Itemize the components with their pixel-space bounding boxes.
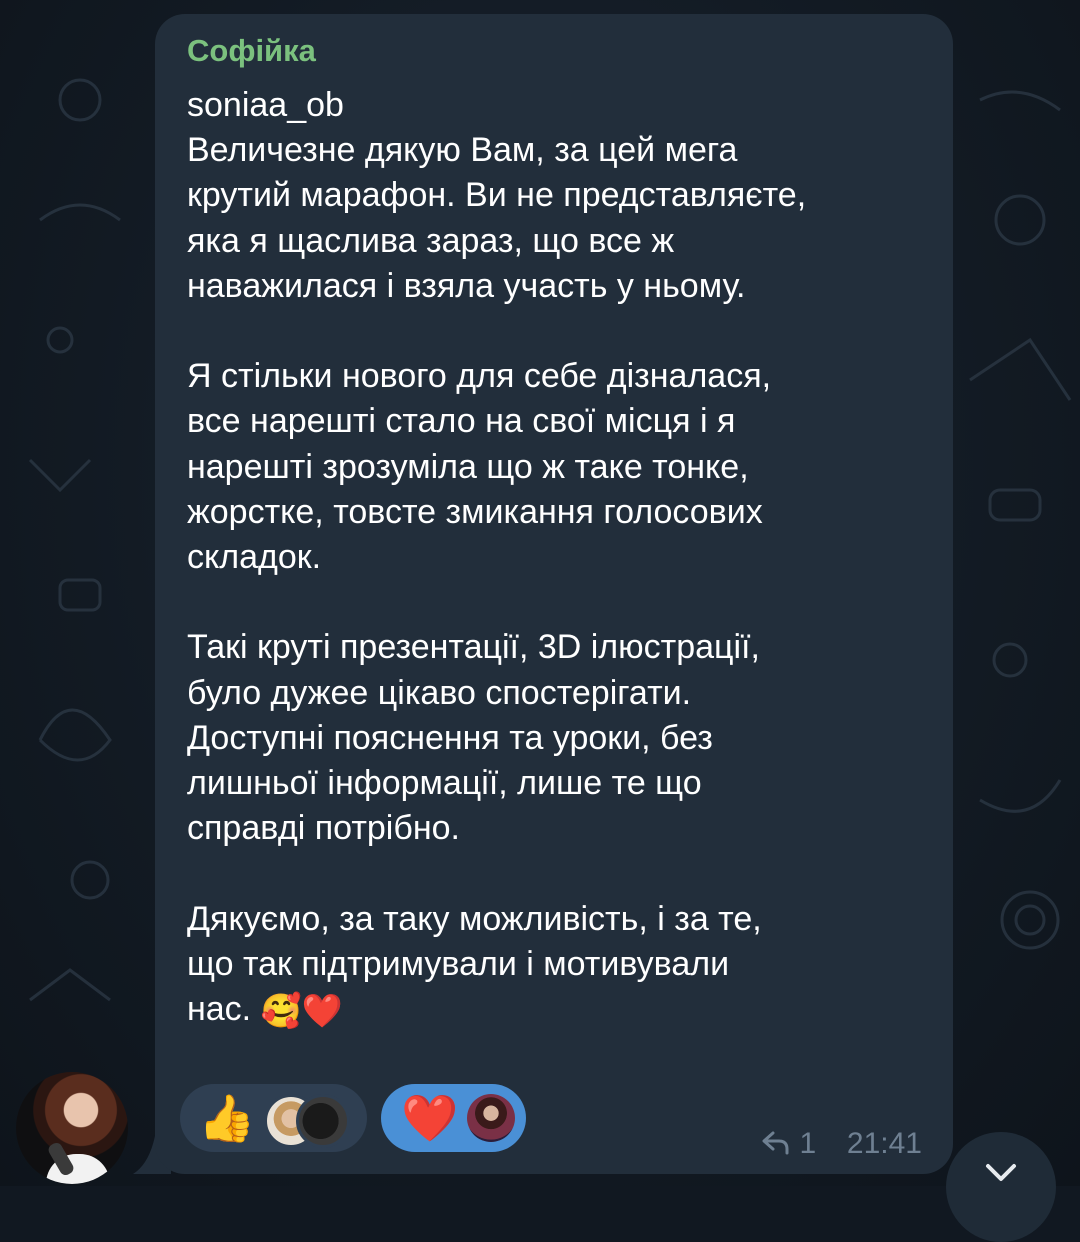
message-line: нас.	[187, 990, 252, 1029]
message-line: Величезне дякую Вам, за цей мега	[187, 131, 738, 170]
message-line: Такі круті презентації, 3D ілюстрації,	[187, 628, 760, 667]
background-doodles-right	[969, 90, 1072, 950]
message-line: Я стільки нового для себе дізналася,	[187, 357, 772, 396]
reaction-heart[interactable]: ❤️	[381, 1084, 526, 1152]
message-line: було дужее цікаво спостерігати.	[187, 673, 692, 712]
message-line: справді потрібно.	[187, 809, 460, 848]
background-doodles-left	[28, 78, 121, 1002]
message-line: жорстке, товсте змикання голосових	[187, 492, 763, 531]
message-line: лишньої інформації, лише те що	[187, 764, 702, 803]
message-last-line: нас. 🥰❤️	[187, 987, 932, 1033]
reply-icon	[762, 1131, 789, 1155]
thumbs-up-icon: 👍	[198, 1092, 256, 1144]
message-line: складок.	[187, 538, 322, 577]
reactor-avatar	[296, 1094, 350, 1148]
message-line: Дякуємо, за таку можливість, і за те,	[187, 899, 762, 938]
message-line: soniaa_ob	[187, 86, 344, 124]
chevron-down-icon	[986, 1164, 1016, 1181]
smiling-hearts-icon: 🥰❤️	[260, 992, 343, 1030]
heart-icon: ❤️	[401, 1092, 459, 1144]
message-line: наважилася і взяла участь у ньому.	[187, 266, 746, 305]
message-line: все нарешті стало на свої місця і я	[187, 402, 736, 441]
message-line: Доступні пояснення та уроки, без	[187, 718, 713, 757]
scroll-down-button[interactable]	[946, 1132, 1056, 1242]
message-text: soniaa_ob Величезне дякую Вам, за цей ме…	[187, 83, 932, 1033]
reply-count[interactable]: 1	[800, 1127, 817, 1160]
reactor-avatar	[467, 1094, 515, 1142]
message-line: яка я щаслива зараз, що все ж	[187, 221, 675, 260]
message-time: 21:41	[846, 1127, 922, 1160]
message-line: крутий марафон. Ви не представляєте,	[187, 176, 807, 215]
reaction-thumbs-up[interactable]: 👍	[180, 1084, 367, 1152]
message-meta: 1 21:41	[761, 1124, 922, 1164]
message-line: що так підтримували і мотивували	[187, 944, 730, 983]
message-line: нарешті зрозуміла що ж таке тонке,	[187, 447, 749, 486]
sender-name[interactable]: Софійка	[187, 30, 316, 72]
sender-avatar[interactable]	[16, 1072, 128, 1184]
